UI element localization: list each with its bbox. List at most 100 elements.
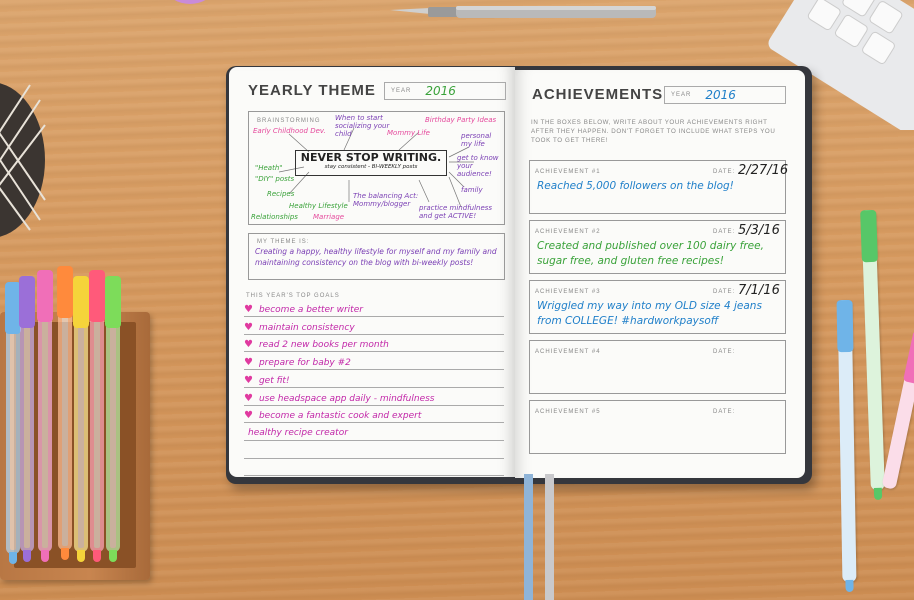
goal-item: ♥ become a better writer — [244, 304, 363, 315]
yearly-theme-heading: YEARLY THEME — [248, 82, 376, 99]
gel-pen[interactable] — [57, 266, 73, 560]
brainstorm-note: Marriage — [313, 213, 345, 221]
right-year-field: YEAR 2016 — [664, 86, 786, 104]
left-year-field: YEAR 2016 — [384, 82, 506, 100]
goal-text: become a better writer — [258, 305, 363, 315]
achievement-box[interactable]: ACHIEVEMENT #1 DATE: 2/27/16 Reached 5,000 … — [529, 160, 789, 214]
heart-icon: ♥ — [244, 357, 253, 369]
bookmark-ribbon-grey — [545, 474, 554, 600]
brainstorm-note: When to start socializing your child — [335, 114, 390, 138]
goal-text: prepare for baby #2 — [258, 358, 351, 369]
brainstorm-note: Mommy Life — [387, 129, 430, 137]
achievement-text: Wriggled my way into my OLD size 4 jeans… — [537, 300, 762, 327]
brainstorm-note: The balancing Act: Mommy/blogger — [353, 192, 419, 208]
my-theme-text: Creating a happy, healthy lifestyle for … — [255, 247, 497, 267]
brainstorm-note: personal my life — [461, 132, 492, 148]
goal-text: use headspace app daily - mindfulness — [258, 393, 435, 404]
pen-tip — [93, 550, 101, 562]
my-theme-box: MY THEME IS: Creating a happy, healthy l… — [248, 233, 505, 280]
goal-rule-line — [244, 333, 504, 335]
achievement-label: ACHIEVEMENT #3 — [535, 289, 601, 295]
flower-decoration — [174, 0, 206, 4]
date-label: DATE: — [713, 169, 736, 175]
gel-pen[interactable] — [73, 276, 89, 562]
achievement-box[interactable]: ACHIEVEMENT #5 DATE: — [529, 400, 786, 454]
gel-pen[interactable] — [19, 276, 35, 562]
brainstorm-note: "Heath" — [255, 164, 283, 172]
pen-cap — [19, 276, 35, 328]
year-label: YEAR — [671, 92, 692, 98]
date-label: DATE: — [713, 289, 736, 295]
brainstorm-note: get to know your audience! — [457, 154, 499, 178]
pen-tip — [23, 550, 31, 562]
goal-text: healthy recipe creator — [248, 427, 348, 438]
brainstorm-note: family — [461, 186, 483, 194]
goal-text: get fit! — [258, 375, 290, 386]
achievement-box[interactable]: ACHIEVEMENT #4 DATE: — [529, 340, 786, 394]
goal-rule-line — [244, 369, 504, 371]
goal-item: ♥ maintain consistency — [244, 322, 355, 333]
heart-icon: ♥ — [244, 410, 253, 422]
brainstorm-center-text: NEVER STOP WRITING. — [300, 151, 442, 164]
goal-text: become a fantastic cook and expert — [258, 411, 422, 422]
goal-item: ♥ prepare for baby #2 — [244, 357, 351, 368]
heart-icon: ♥ — [244, 392, 253, 404]
gel-pen[interactable] — [37, 270, 53, 562]
achievement-box[interactable]: ACHIEVEMENT #2 DATE: 5/3/16 Created and pub… — [529, 220, 786, 274]
achievement-date: 5/3/16 — [738, 223, 780, 238]
brainstorm-box: BRAINSTORMING NEVER STOP WRITING. stay c… — [248, 111, 505, 225]
goal-rule-line — [244, 422, 504, 424]
brainstorm-center: NEVER STOP WRITING. stay consistent - BI… — [295, 150, 447, 176]
brainstorm-note: Birthday Party Ideas — [425, 116, 497, 124]
gel-pen[interactable] — [5, 282, 21, 564]
achievement-box[interactable]: ACHIEVEMENT #3 DATE: 7/1/16 Wriggled my way… — [529, 280, 786, 334]
pen-tip — [9, 552, 17, 564]
pen-tip — [41, 550, 49, 562]
year-value: 2016 — [705, 88, 736, 102]
goal-item: healthy recipe creator — [248, 428, 348, 438]
achievement-date: 2/27/16 — [738, 163, 789, 178]
craft-knife — [390, 6, 656, 18]
achievements-heading: ACHIEVEMENTS — [532, 86, 664, 103]
top-goals-label: THIS YEAR'S TOP GOALS — [246, 293, 340, 299]
brainstorm-note: Relationships — [251, 213, 298, 221]
achievement-label: ACHIEVEMENT #1 — [535, 169, 601, 175]
pen-cap — [105, 276, 121, 328]
goal-item: ♥ read 2 new books per month — [244, 339, 389, 350]
gel-pen[interactable] — [105, 276, 121, 562]
gel-pen[interactable] — [89, 270, 105, 562]
date-label: DATE: — [713, 229, 736, 235]
pen-cap — [57, 266, 73, 318]
bookmark-ribbon-blue — [524, 474, 533, 600]
brainstorm-note: practice mindfulness and get ACTIVE! — [419, 204, 493, 220]
pen-tip — [77, 550, 85, 562]
year-label: YEAR — [391, 88, 412, 94]
brainstorm-note: Healthy Lifestyle — [289, 202, 348, 210]
heart-icon: ♥ — [244, 374, 253, 386]
my-theme-label: MY THEME IS: — [257, 239, 310, 245]
pen-cap — [37, 270, 53, 322]
brainstorm-note: Recipes — [267, 190, 295, 198]
goal-rule-line — [244, 439, 504, 441]
year-value: 2016 — [425, 84, 456, 98]
goal-text: read 2 new books per month — [258, 340, 389, 351]
goal-rule-line — [244, 404, 504, 406]
pen-tip — [61, 548, 69, 560]
pen-tip — [109, 550, 117, 562]
goal-text: maintain consistency — [258, 322, 355, 333]
brainstorm-note: Early Childhood Dev. — [253, 127, 326, 135]
pen-cap — [73, 276, 89, 328]
achievement-text: Created and published over 100 dairy fre… — [537, 240, 764, 267]
goal-rule-line — [244, 351, 504, 353]
goal-rule-line — [244, 475, 504, 477]
heart-icon: ♥ — [244, 339, 253, 351]
twine-ball — [0, 83, 46, 237]
achievement-label: ACHIEVEMENT #4 — [535, 349, 601, 355]
pen-cap — [89, 270, 105, 322]
achievement-label: ACHIEVEMENT #5 — [535, 409, 601, 415]
goal-item: ♥ get fit! — [244, 375, 290, 386]
date-label: DATE: — [713, 409, 736, 415]
achievement-label: ACHIEVEMENT #2 — [535, 229, 601, 235]
brainstorm-note: "DIY" posts — [255, 175, 295, 183]
achievement-date: 7/1/16 — [738, 283, 780, 298]
